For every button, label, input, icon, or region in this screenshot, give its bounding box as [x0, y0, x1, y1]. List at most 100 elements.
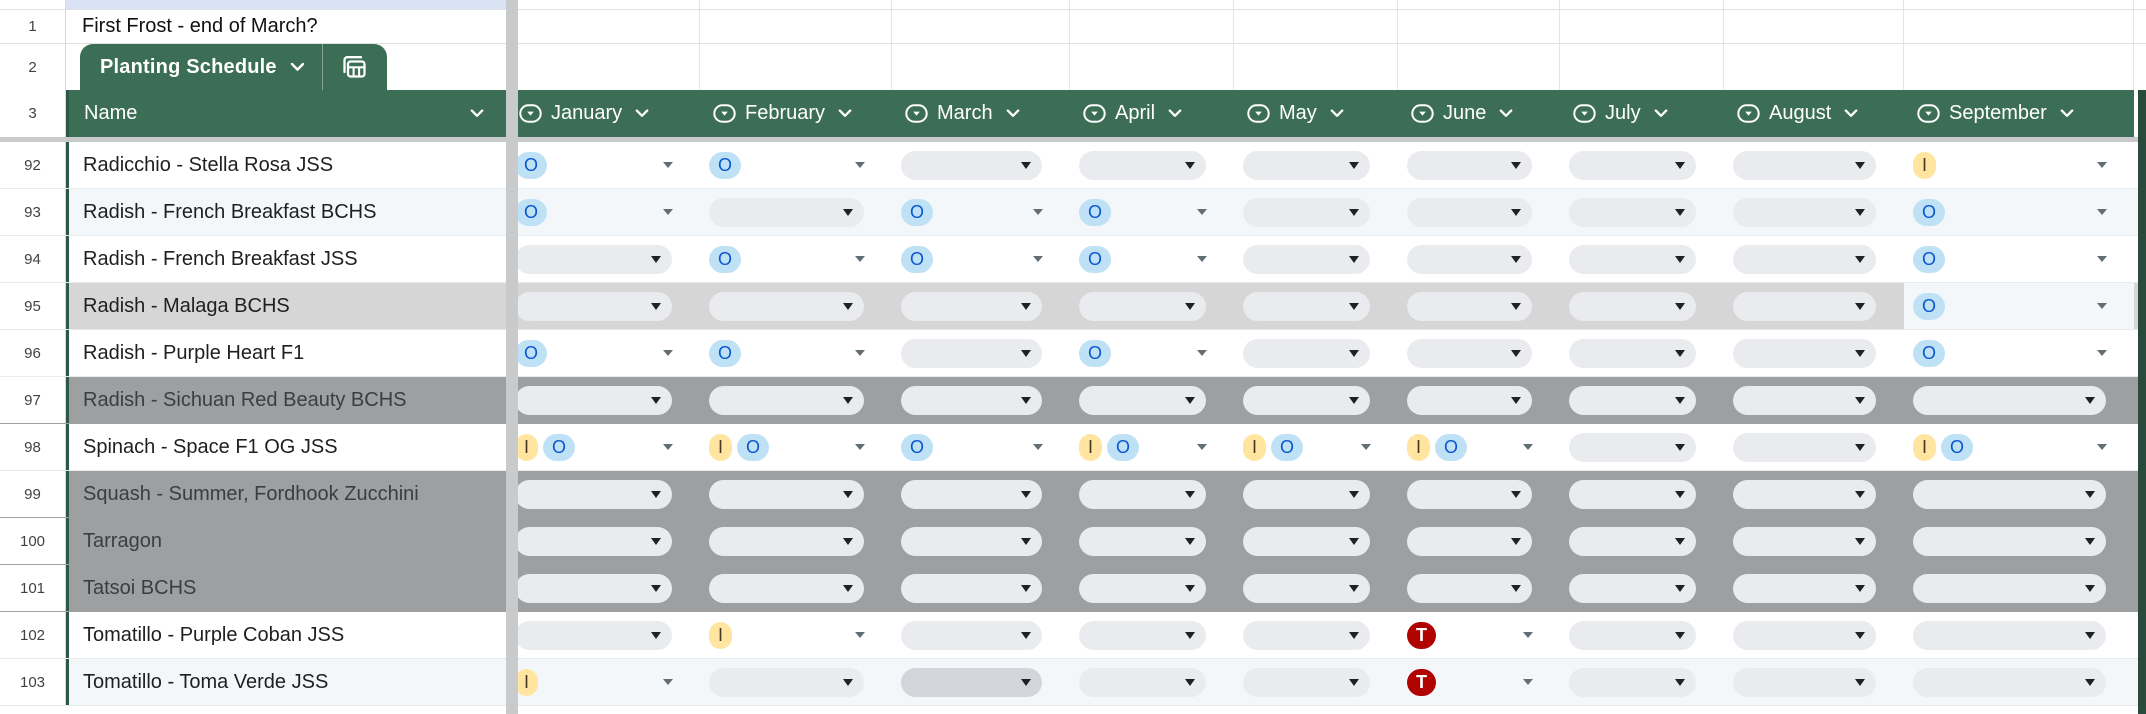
month-cell-april[interactable]: O: [1070, 330, 1234, 376]
month-cell-january[interactable]: [506, 518, 700, 564]
month-cell-may[interactable]: [1234, 142, 1398, 188]
dropdown-pill[interactable]: [1569, 667, 1696, 697]
month-cell-april[interactable]: [1070, 377, 1234, 423]
column-header-september[interactable]: September: [1904, 90, 2134, 137]
status-chip-o[interactable]: O: [1941, 433, 1974, 461]
month-cell-june[interactable]: T: [1398, 612, 1560, 658]
dropdown-pill[interactable]: [901, 667, 1042, 697]
month-cell-august[interactable]: [1724, 612, 1904, 658]
dropdown-pill[interactable]: [1079, 620, 1206, 650]
month-cell-september[interactable]: [1904, 565, 2134, 611]
month-cell-may[interactable]: [1234, 471, 1398, 517]
dropdown-pill[interactable]: [1569, 338, 1696, 368]
dropdown-pill[interactable]: [1407, 526, 1532, 556]
dropdown-pill[interactable]: [1243, 479, 1370, 509]
dropdown-pill[interactable]: [901, 385, 1042, 415]
chevron-down-icon[interactable]: [838, 109, 852, 118]
month-cell-january[interactable]: [506, 565, 700, 611]
dropdown-pill[interactable]: [1243, 526, 1370, 556]
month-cell-march[interactable]: [892, 377, 1070, 423]
dropdown-pill[interactable]: [1569, 432, 1696, 462]
month-cell-june[interactable]: [1398, 142, 1560, 188]
dropdown-pill[interactable]: [709, 479, 864, 509]
month-cell-march[interactable]: [892, 330, 1070, 376]
status-chip-o[interactable]: O: [737, 433, 770, 461]
cell-highlighted-partial[interactable]: [66, 0, 506, 9]
row-number[interactable]: 96: [0, 330, 66, 376]
row-number[interactable]: 94: [0, 236, 66, 282]
plant-name-cell[interactable]: Radish - French Breakfast BCHS: [66, 189, 506, 235]
month-cell-july[interactable]: [1560, 189, 1724, 235]
plant-name-cell[interactable]: Squash - Summer, Fordhook Zucchini: [66, 471, 506, 517]
plant-name-cell[interactable]: Tomatillo - Purple Coban JSS: [66, 612, 506, 658]
status-chip-i[interactable]: I: [1243, 433, 1267, 461]
month-cell-july[interactable]: [1560, 518, 1724, 564]
month-cell-july[interactable]: [1560, 471, 1724, 517]
plant-name-cell[interactable]: Radish - Purple Heart F1: [66, 330, 506, 376]
month-cell-august[interactable]: [1724, 236, 1904, 282]
dropdown-pill[interactable]: [709, 197, 864, 227]
status-chip-i[interactable]: I: [1079, 433, 1103, 461]
dropdown-pill[interactable]: [1243, 197, 1370, 227]
table-grid-icon[interactable]: [339, 52, 369, 82]
dropdown-pill[interactable]: [1569, 479, 1696, 509]
month-cell-march[interactable]: [892, 612, 1070, 658]
month-cell-september[interactable]: O: [1904, 330, 2134, 376]
dropdown-pill[interactable]: [1243, 667, 1370, 697]
month-cell-june[interactable]: IO: [1398, 424, 1560, 470]
month-cell-june[interactable]: [1398, 236, 1560, 282]
dropdown-pill[interactable]: [1243, 620, 1370, 650]
month-cell-march[interactable]: O: [892, 236, 1070, 282]
month-cell-february[interactable]: I: [700, 612, 892, 658]
status-chip-o[interactable]: O: [1913, 245, 1946, 273]
month-cell-may[interactable]: [1234, 189, 1398, 235]
dropdown-pill[interactable]: [515, 244, 672, 274]
plant-name-cell[interactable]: Tatsoi BCHS: [66, 565, 506, 611]
month-cell-january[interactable]: O: [506, 189, 700, 235]
column-header-june[interactable]: June: [1398, 90, 1560, 137]
dropdown-pill[interactable]: [1407, 150, 1532, 180]
month-cell-july[interactable]: [1560, 283, 1724, 329]
month-cell-august[interactable]: [1724, 377, 1904, 423]
status-chip-o[interactable]: O: [1913, 198, 1946, 226]
column-header-february[interactable]: February: [700, 90, 892, 137]
month-cell-june[interactable]: [1398, 330, 1560, 376]
row-number[interactable]: 101: [0, 565, 66, 611]
dropdown-pill[interactable]: [1733, 620, 1876, 650]
month-cell-september[interactable]: O: [1904, 236, 2134, 282]
month-cell-february[interactable]: O: [700, 236, 892, 282]
dropdown-pill[interactable]: [515, 479, 672, 509]
status-chip-o[interactable]: O: [901, 245, 934, 273]
dropdown-pill[interactable]: [1407, 385, 1532, 415]
dropdown-pill[interactable]: [709, 573, 864, 603]
month-cell-september[interactable]: I: [1904, 142, 2134, 188]
row-number[interactable]: 92: [0, 142, 66, 188]
month-cell-march[interactable]: [892, 471, 1070, 517]
month-cell-july[interactable]: [1560, 659, 1724, 705]
status-chip-o[interactable]: O: [1079, 198, 1112, 226]
month-cell-may[interactable]: [1234, 612, 1398, 658]
chevron-down-icon[interactable]: [1006, 109, 1020, 118]
month-cell-july[interactable]: [1560, 565, 1724, 611]
month-cell-january[interactable]: I: [506, 659, 700, 705]
note-cell[interactable]: First Frost - end of March?: [66, 10, 506, 43]
status-chip-i[interactable]: I: [1407, 433, 1431, 461]
month-cell-january[interactable]: IO: [506, 424, 700, 470]
dropdown-pill[interactable]: [1243, 150, 1370, 180]
frozen-column-divider[interactable]: [506, 0, 518, 714]
status-chip-i[interactable]: I: [1913, 151, 1937, 179]
dropdown-pill[interactable]: [1243, 244, 1370, 274]
month-cell-april[interactable]: [1070, 518, 1234, 564]
dropdown-pill[interactable]: [709, 291, 864, 321]
dropdown-pill[interactable]: [1407, 291, 1532, 321]
month-cell-february[interactable]: [700, 518, 892, 564]
month-cell-january[interactable]: O: [506, 142, 700, 188]
status-chip-o[interactable]: O: [709, 245, 742, 273]
dropdown-pill[interactable]: [1407, 197, 1532, 227]
row-number[interactable]: 93: [0, 189, 66, 235]
status-chip-o[interactable]: O: [515, 151, 548, 179]
month-cell-july[interactable]: [1560, 424, 1724, 470]
month-cell-july[interactable]: [1560, 142, 1724, 188]
dropdown-pill[interactable]: [1079, 479, 1206, 509]
month-cell-april[interactable]: [1070, 565, 1234, 611]
